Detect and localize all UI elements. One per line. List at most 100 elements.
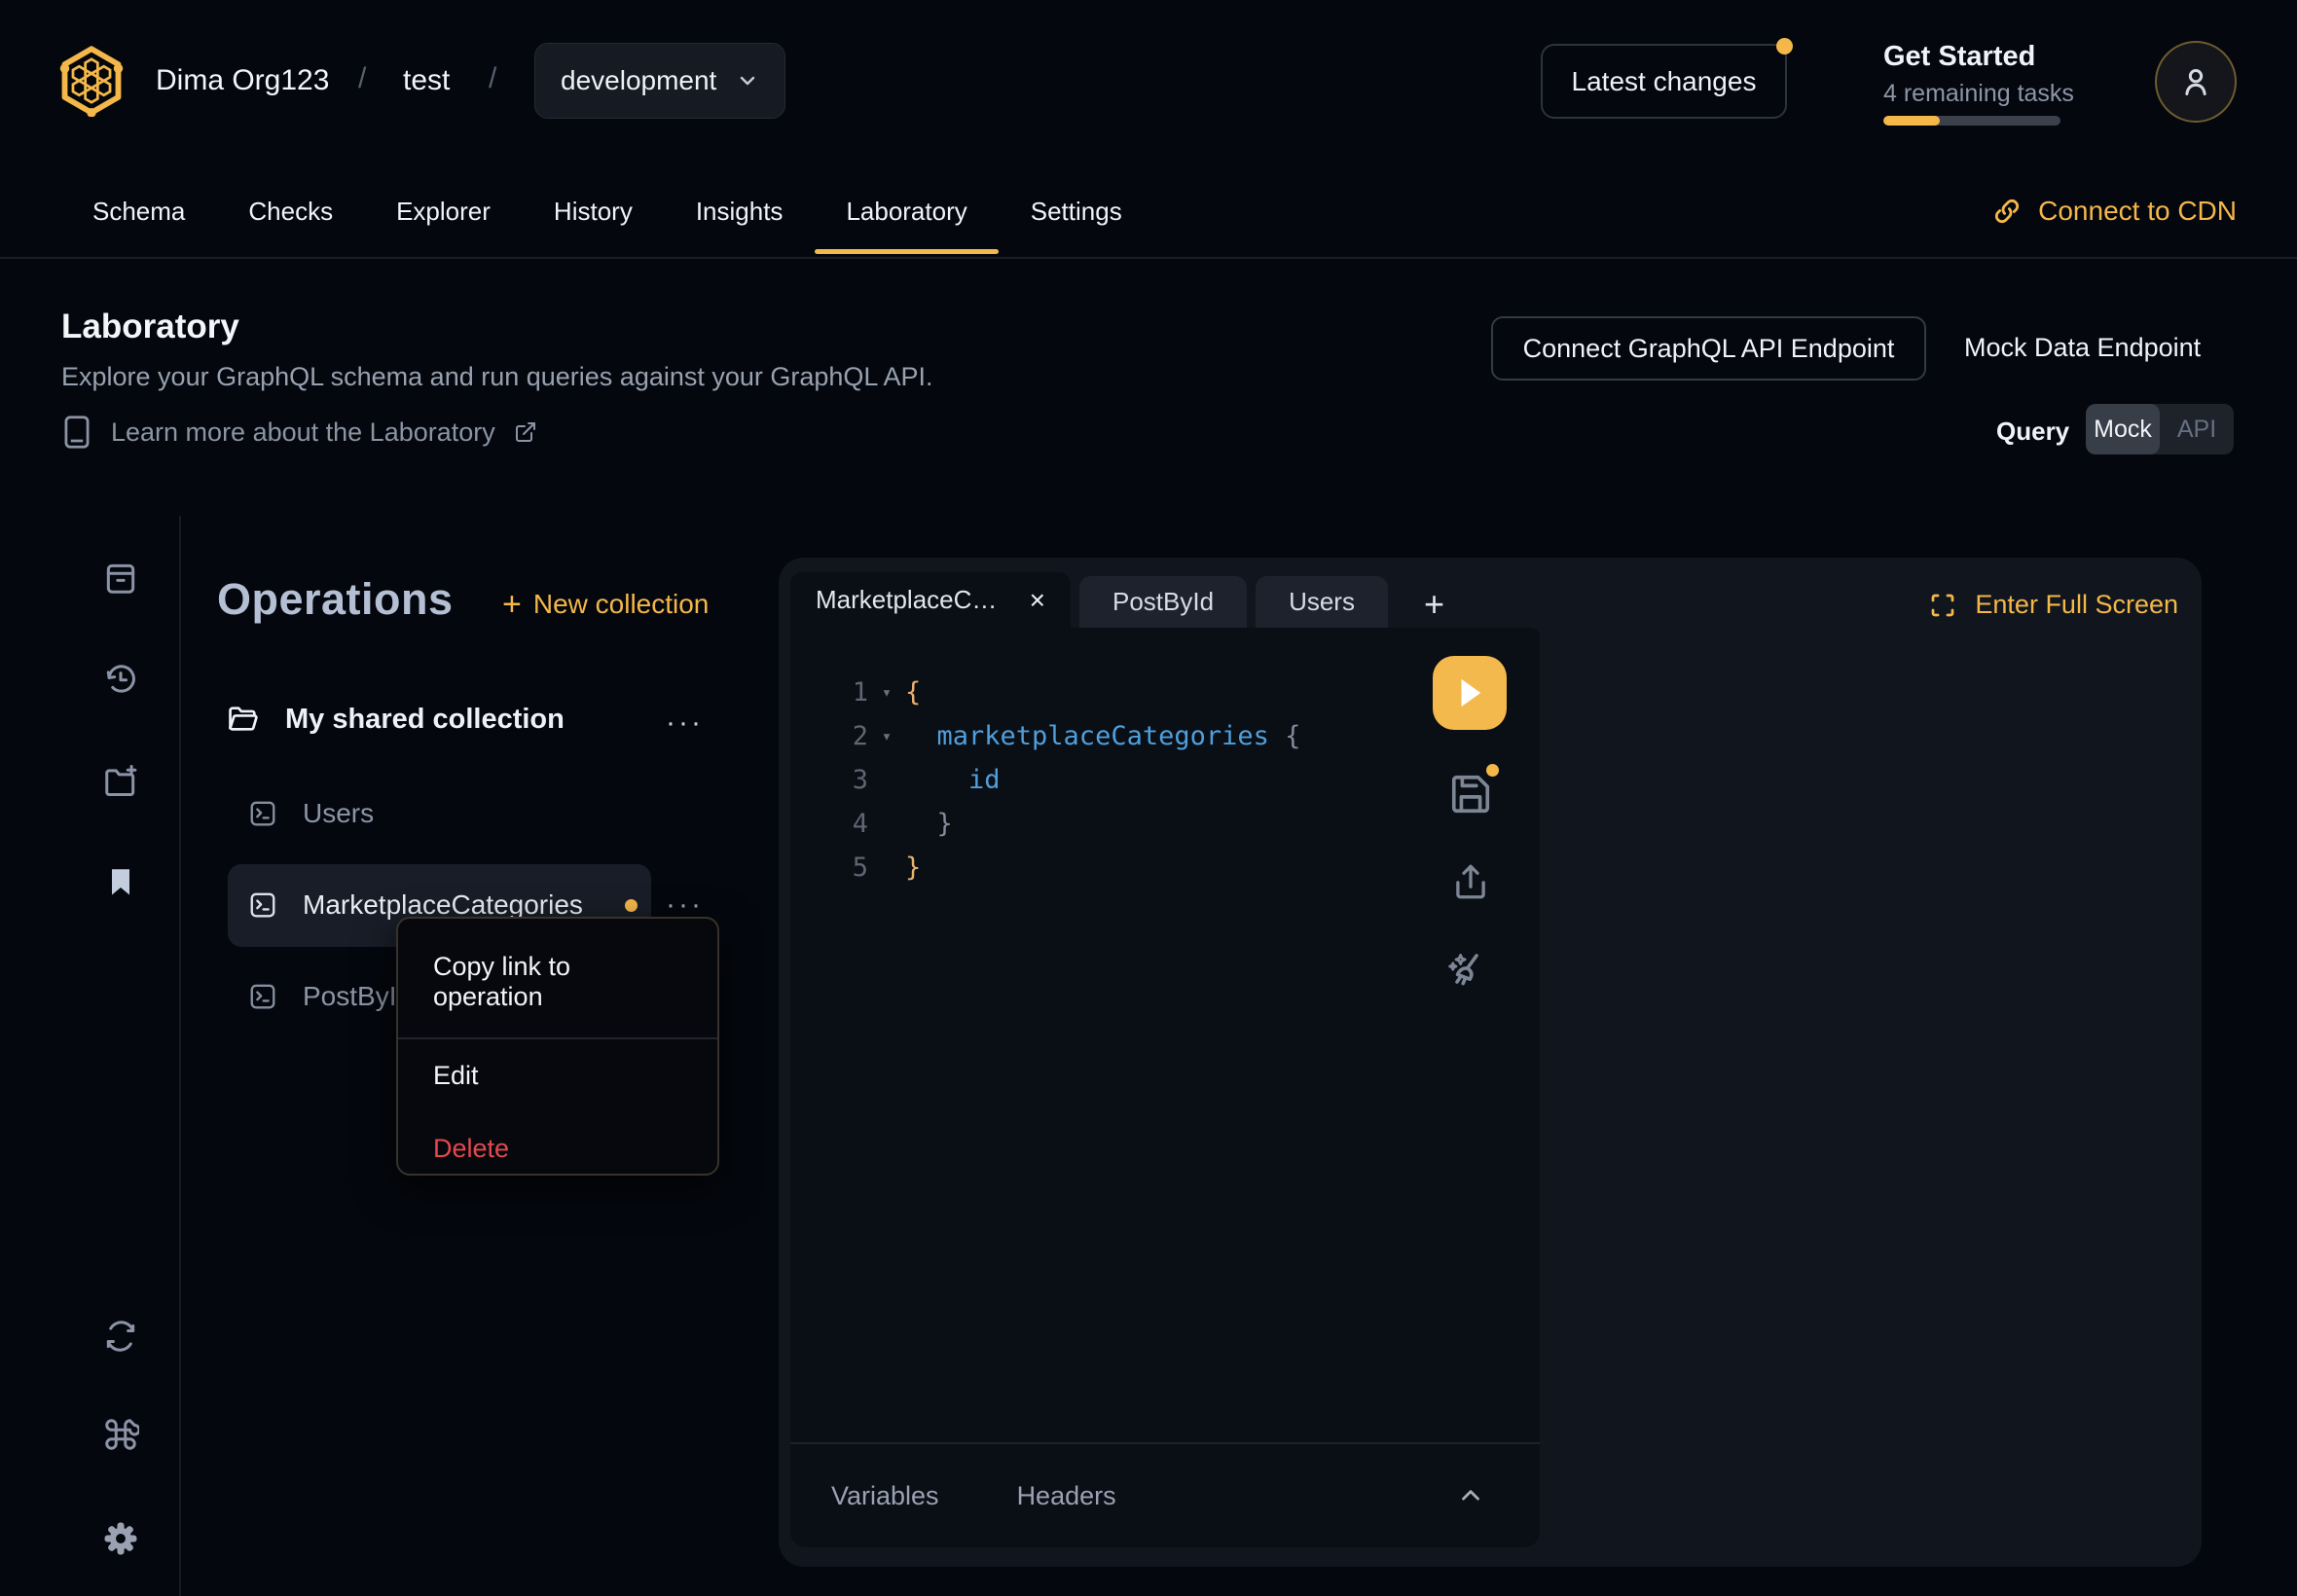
settings-gear-icon[interactable] <box>101 1519 140 1558</box>
get-started-progress-fill <box>1883 116 1940 126</box>
editor-tab-label: PostById <box>1112 587 1214 617</box>
external-link-icon <box>514 420 537 444</box>
sync-icon[interactable] <box>101 1317 140 1356</box>
editor-tab-users[interactable]: Users <box>1256 576 1388 628</box>
operation-item-users[interactable]: Users <box>248 798 374 829</box>
target-selector[interactable]: development <box>534 43 785 119</box>
menu-item-delete[interactable]: Delete <box>398 1112 717 1185</box>
bookmark-icon[interactable] <box>101 862 140 901</box>
toggle-option-mock[interactable]: Mock <box>2086 404 2160 454</box>
query-editor[interactable]: 1 ▾ { 2 ▾ marketplaceCategories { 3 id 4… <box>790 628 1540 1547</box>
learn-more-label: Learn more about the Laboratory <box>111 417 495 448</box>
play-icon <box>1455 676 1484 709</box>
collection-my-shared[interactable]: My shared collection <box>227 703 565 736</box>
breadcrumb-project[interactable]: test <box>403 64 450 97</box>
editor-tab-label: MarketplaceC… <box>816 585 997 615</box>
operation-icon <box>248 982 277 1011</box>
connect-endpoint-button[interactable]: Connect GraphQL API Endpoint <box>1491 316 1926 381</box>
laboratory-workspace-panel: MarketplaceC… × PostById Users + Enter F… <box>779 558 2202 1567</box>
editor-tab-post-by-id[interactable]: PostById <box>1079 576 1247 628</box>
toggle-option-api[interactable]: API <box>2160 404 2234 454</box>
sidebar-divider <box>179 516 181 1596</box>
line-number: 2 <box>790 721 868 751</box>
code-token: { <box>1269 721 1301 751</box>
breadcrumb-org[interactable]: Dima Org123 <box>156 64 329 97</box>
operation-item-post-by-id[interactable]: PostById <box>248 981 412 1012</box>
run-query-button[interactable] <box>1433 656 1507 730</box>
code-area: 1 ▾ { 2 ▾ marketplaceCategories { 3 id 4… <box>790 671 1540 889</box>
fold-arrow-icon[interactable]: ▾ <box>868 727 905 746</box>
get-started-progress <box>1883 116 2060 126</box>
collection-name: My shared collection <box>285 704 565 736</box>
editor-tab-bar: MarketplaceC… × PostById Users + Enter F… <box>790 572 2178 628</box>
hive-logo[interactable] <box>58 45 125 117</box>
tab-headers[interactable]: Headers <box>1017 1481 1116 1511</box>
tab-insights[interactable]: Insights <box>696 164 784 258</box>
operation-context-menu: Copy link to operation Edit Delete <box>396 917 719 1176</box>
new-tab-button[interactable]: + <box>1424 587 1444 628</box>
editor-tab-label: Users <box>1289 587 1355 617</box>
page-description: Explore your GraphQL schema and run quer… <box>61 362 932 392</box>
menu-item-edit[interactable]: Edit <box>398 1039 717 1112</box>
connect-to-cdn-link[interactable]: Connect to CDN <box>1991 164 2237 258</box>
learn-more-link[interactable]: Learn more about the Laboratory <box>61 415 537 450</box>
tab-schema[interactable]: Schema <box>92 164 185 258</box>
breadcrumb-separator: / <box>489 62 496 95</box>
save-operation-button[interactable] <box>1448 772 1493 816</box>
code-token: { <box>905 677 921 707</box>
breadcrumb-separator: / <box>358 62 366 95</box>
operation-label: Users <box>303 798 374 829</box>
code-token: } <box>905 852 921 883</box>
fullscreen-icon <box>1928 591 1957 620</box>
new-collection-button[interactable]: + New collection <box>502 588 709 621</box>
collection-menu-button[interactable]: ··· <box>666 707 704 740</box>
tab-explorer[interactable]: Explorer <box>396 164 491 258</box>
code-token: id <box>905 765 1001 795</box>
mock-data-endpoint-button[interactable]: Mock Data Endpoint <box>1964 333 2201 363</box>
folder-open-icon <box>227 703 260 736</box>
tab-laboratory[interactable]: Laboratory <box>846 164 966 258</box>
chevron-up-icon[interactable] <box>1456 1481 1485 1510</box>
code-token: marketplaceCategories <box>905 721 1269 751</box>
collections-archive-icon[interactable] <box>101 559 140 598</box>
fold-arrow-icon[interactable]: ▾ <box>868 683 905 703</box>
prettify-broom-icon[interactable] <box>1444 949 1491 996</box>
user-avatar[interactable] <box>2155 41 2237 123</box>
tab-checks[interactable]: Checks <box>248 164 333 258</box>
close-tab-icon[interactable]: × <box>1030 585 1045 616</box>
unsaved-changes-dot <box>1486 764 1499 777</box>
code-line: 3 id <box>790 758 1540 802</box>
operation-icon <box>248 799 277 828</box>
new-collection-label: New collection <box>533 589 710 620</box>
tab-variables[interactable]: Variables <box>831 1481 939 1511</box>
code-line: 4 } <box>790 802 1540 846</box>
chevron-down-icon <box>736 69 759 92</box>
line-number: 5 <box>790 852 868 883</box>
editor-tab-marketplace[interactable]: MarketplaceC… × <box>790 572 1071 628</box>
code-token: } <box>905 809 953 839</box>
command-icon[interactable] <box>101 1415 140 1454</box>
latest-changes-button[interactable]: Latest changes <box>1541 44 1787 119</box>
line-number: 4 <box>790 809 868 839</box>
line-number: 3 <box>790 765 868 795</box>
menu-item-copy-link[interactable]: Copy link to operation <box>398 926 717 1037</box>
history-icon[interactable] <box>101 660 140 699</box>
get-started-title[interactable]: Get Started <box>1883 41 2035 73</box>
unsaved-changes-dot <box>625 899 638 912</box>
tab-history[interactable]: History <box>554 164 633 258</box>
editor-bottom-bar: Variables Headers <box>790 1442 1540 1547</box>
connect-endpoint-label: Connect GraphQL API Endpoint <box>1523 334 1895 364</box>
share-operation-button[interactable] <box>1450 861 1491 902</box>
new-folder-icon[interactable] <box>101 762 140 801</box>
line-number: 1 <box>790 677 868 707</box>
plus-icon: + <box>502 588 522 621</box>
enter-fullscreen-button[interactable]: Enter Full Screen <box>1928 590 2178 628</box>
tab-settings[interactable]: Settings <box>1031 164 1122 258</box>
latest-changes-label: Latest changes <box>1572 66 1757 97</box>
code-line: 2 ▾ marketplaceCategories { <box>790 714 1540 758</box>
query-mode-toggle: Mock API <box>2086 404 2234 454</box>
notification-dot <box>1776 38 1793 54</box>
operations-title: Operations <box>217 574 454 625</box>
link-icon <box>1991 196 2023 227</box>
enter-fullscreen-label: Enter Full Screen <box>1975 590 2178 620</box>
